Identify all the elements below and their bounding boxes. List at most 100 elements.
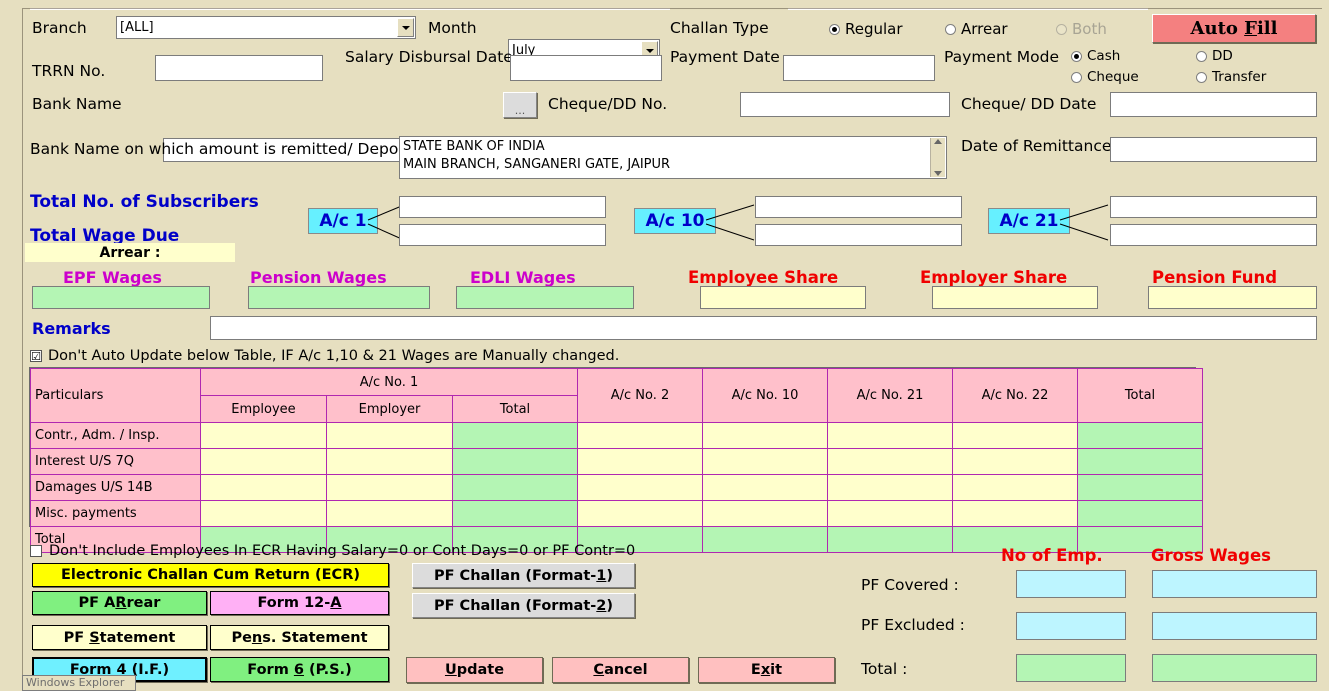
grid-cell[interactable] — [201, 501, 327, 527]
grid-cell[interactable] — [578, 423, 703, 449]
epf-wages-input[interactable] — [32, 286, 210, 309]
pf-challan-format1-button[interactable]: PF Challan (Format-1) — [412, 563, 635, 588]
pension-wages-label: Pension Wages — [250, 268, 387, 287]
pf-excluded-no-emp-input[interactable] — [1016, 612, 1126, 640]
ac-1-wage-due-input[interactable] — [399, 224, 606, 246]
pf-statement-button[interactable]: PF Statement — [32, 625, 207, 650]
challan-type-label: Challan Type — [670, 19, 769, 37]
update-button[interactable]: Update — [406, 657, 543, 683]
bank-name-label: Bank Name — [32, 95, 122, 113]
radio-dot-icon — [1071, 51, 1082, 62]
remarks-input[interactable] — [210, 316, 1317, 340]
branch-select[interactable]: [ALL] — [116, 16, 416, 39]
chevron-down-icon[interactable] — [397, 18, 414, 37]
ac-21-subscribers-input[interactable] — [1110, 196, 1317, 218]
grid-cell[interactable] — [953, 475, 1078, 501]
contribution-grid: Particulars A/c No. 1 A/c No. 2 A/c No. … — [30, 368, 1203, 553]
employee-share-input[interactable] — [700, 286, 866, 309]
bank-remitted-textarea[interactable]: STATE BANK OF INDIA MAIN BRANCH, SANGANE… — [399, 136, 947, 179]
form-6-button[interactable]: Form 6 (P.S.) — [210, 657, 389, 682]
date-of-remittance-label: Date of Remittance — [961, 137, 1101, 156]
grid-cell[interactable] — [327, 449, 453, 475]
challan-type-regular[interactable]: Regular — [829, 20, 903, 38]
cheque-dd-date-input[interactable] — [1110, 92, 1317, 117]
grid-cell[interactable] — [703, 423, 828, 449]
grid-cell[interactable] — [201, 449, 327, 475]
grid-cell — [1078, 475, 1203, 501]
grid-cell[interactable] — [828, 423, 953, 449]
pf-covered-gross-wages-input[interactable] — [1152, 570, 1317, 598]
payment-mode-transfer[interactable]: Transfer — [1196, 69, 1266, 85]
exclude-label: Don't Include Employees In ECR Having Sa… — [49, 543, 635, 559]
payment-mode-transfer-label: Transfer — [1212, 69, 1266, 85]
grid-cell[interactable] — [828, 501, 953, 527]
grid-cell[interactable] — [327, 423, 453, 449]
pf-excluded-gross-wages-input[interactable] — [1152, 612, 1317, 640]
payment-mode-cheque[interactable]: Cheque — [1071, 69, 1139, 85]
ac-21-wage-due-input[interactable] — [1110, 224, 1317, 246]
scroll-down-icon[interactable] — [934, 171, 942, 176]
payment-date-input[interactable] — [783, 55, 935, 81]
browse-button[interactable]: ... — [503, 92, 537, 118]
cheque-dd-no-input[interactable] — [740, 92, 950, 117]
exclude-checkbox-row[interactable]: Don't Include Employees In ECR Having Sa… — [30, 543, 635, 559]
grid-cell[interactable] — [703, 449, 828, 475]
bank-remitted-label: Bank Name on which amount is remitted/ D… — [30, 138, 400, 160]
bank-remitted-scrollbar[interactable] — [930, 138, 945, 177]
payment-mode-dd[interactable]: DD — [1196, 48, 1233, 64]
challan-type-arrear[interactable]: Arrear — [945, 20, 1008, 38]
salary-disbursal-date-input[interactable] — [510, 55, 662, 81]
radio-dot-icon — [945, 24, 956, 35]
employer-share-input[interactable] — [932, 286, 1098, 309]
cheque-dd-date-label-text: Cheque/ DD Date — [961, 95, 1096, 113]
pf-covered-no-emp-input[interactable] — [1016, 570, 1126, 598]
grid-cell[interactable] — [703, 501, 828, 527]
pens-statement-button[interactable]: Pens. Statement — [210, 625, 389, 650]
ac-10-wage-due-input[interactable] — [755, 224, 962, 246]
grid-cell[interactable] — [578, 449, 703, 475]
trrn-input[interactable] — [155, 55, 323, 81]
challan-type-both: Both — [1056, 20, 1107, 38]
date-of-remittance-input[interactable] — [1110, 137, 1317, 162]
pension-fund-input[interactable] — [1148, 286, 1317, 309]
summary-total-gross-wages-input[interactable] — [1152, 654, 1317, 682]
payment-mode-cash[interactable]: Cash — [1071, 48, 1120, 64]
payment-date-label: Payment Date — [670, 48, 780, 67]
grid-cell[interactable] — [578, 475, 703, 501]
grid-cell[interactable] — [953, 449, 1078, 475]
grid-cell[interactable] — [828, 449, 953, 475]
pf-challan-format2-button[interactable]: PF Challan (Format-2) — [412, 593, 635, 618]
ac-1-subscribers-input[interactable] — [399, 196, 606, 218]
grid-header-ac21: A/c No. 21 — [828, 369, 953, 423]
group-rule — [30, 8, 670, 10]
cancel-button[interactable]: Cancel — [552, 657, 689, 683]
grid-cell[interactable] — [953, 423, 1078, 449]
grid-cell[interactable] — [953, 501, 1078, 527]
scroll-up-icon[interactable] — [934, 139, 942, 144]
ac-10-subscribers-input[interactable] — [755, 196, 962, 218]
edli-wages-input[interactable] — [456, 286, 634, 309]
grid-cell — [453, 501, 578, 527]
arrear-label: Arrear : — [25, 243, 235, 262]
pension-fund-label: Pension Fund — [1152, 268, 1277, 287]
grid-cell[interactable] — [327, 501, 453, 527]
pension-wages-input[interactable] — [248, 286, 430, 309]
grid-cell[interactable] — [828, 475, 953, 501]
exclude-checkbox[interactable] — [30, 545, 42, 557]
grid-cell[interactable] — [703, 475, 828, 501]
summary-total-no-emp-input[interactable] — [1016, 654, 1126, 682]
exit-button[interactable]: Exit — [698, 657, 835, 683]
auto-update-checkbox[interactable]: ☑ — [30, 350, 42, 362]
taskbar-windows-explorer[interactable]: Windows Explorer — [22, 675, 136, 691]
bank-remitted-label-text: Bank Name on which amount is remitted/ D… — [30, 140, 436, 158]
grid-header-ac1-employer: Employer — [327, 396, 453, 423]
pf-arrear-button[interactable]: PF ARrear — [32, 591, 207, 615]
ecr-button[interactable]: Electronic Challan Cum Return (ECR) — [32, 563, 389, 587]
form-12a-button[interactable]: Form 12-A — [210, 591, 389, 615]
auto-update-checkbox-row[interactable]: ☑ Don't Auto Update below Table, IF A/c … — [30, 348, 619, 364]
grid-cell[interactable] — [201, 423, 327, 449]
radio-dot-icon — [1071, 72, 1082, 83]
grid-cell[interactable] — [201, 475, 327, 501]
grid-cell[interactable] — [327, 475, 453, 501]
grid-cell[interactable] — [578, 501, 703, 527]
